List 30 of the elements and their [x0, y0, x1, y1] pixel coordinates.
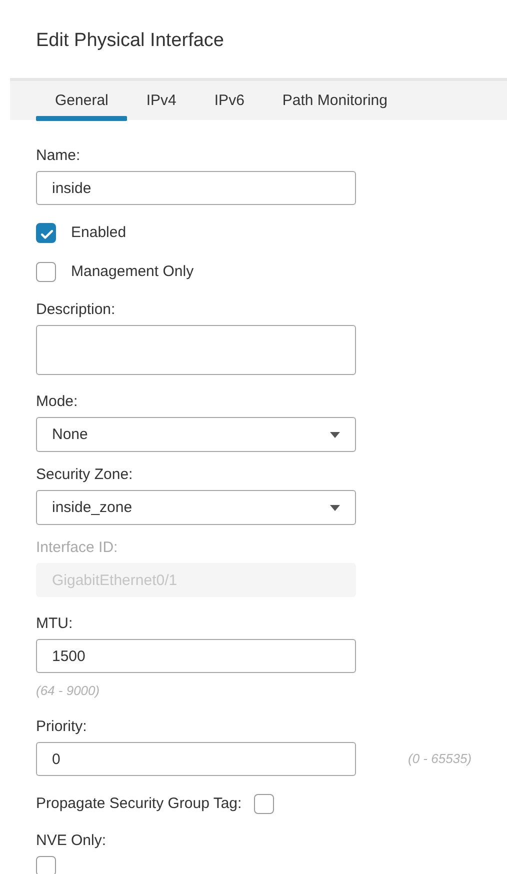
- caret-icon: [330, 504, 340, 510]
- field-label: Description:: [36, 301, 116, 319]
- checkbox[interactable]: [36, 223, 56, 243]
- description-field[interactable]: [36, 325, 356, 375]
- checkbox[interactable]: [36, 262, 56, 282]
- dropdown[interactable]: inside_zone: [36, 490, 356, 525]
- field-label: Enabled: [71, 224, 126, 242]
- range-hint: (0 - 65535): [408, 751, 472, 767]
- input-field[interactable]: 0: [36, 742, 356, 776]
- tab[interactable]: IPv6: [195, 81, 264, 120]
- tab[interactable]: IPv4: [127, 81, 196, 120]
- tab[interactable]: General: [36, 81, 128, 120]
- input-field[interactable]: 1500: [36, 639, 356, 673]
- field-label: NVE Only:: [36, 832, 106, 850]
- range-hint: (64 - 9000): [36, 683, 100, 699]
- field-label: Interface ID:: [36, 539, 118, 557]
- field-label: Management Only: [71, 263, 194, 281]
- field-label: Name:: [36, 147, 80, 165]
- dropdown[interactable]: None: [36, 417, 356, 452]
- field-label: Mode:: [36, 393, 78, 411]
- checkbox[interactable]: [36, 856, 56, 874]
- field-label: Priority:: [36, 718, 87, 736]
- field-label: Propagate Security Group Tag:: [36, 795, 242, 813]
- field-label: MTU:: [36, 615, 73, 633]
- tab[interactable]: Path Monitoring: [263, 81, 406, 120]
- dialog-title: Edit Physical Interface: [36, 29, 224, 53]
- input-field[interactable]: inside: [36, 171, 356, 205]
- caret-icon: [330, 432, 340, 438]
- field-label: Security Zone:: [36, 466, 133, 484]
- checkbox[interactable]: [254, 794, 274, 814]
